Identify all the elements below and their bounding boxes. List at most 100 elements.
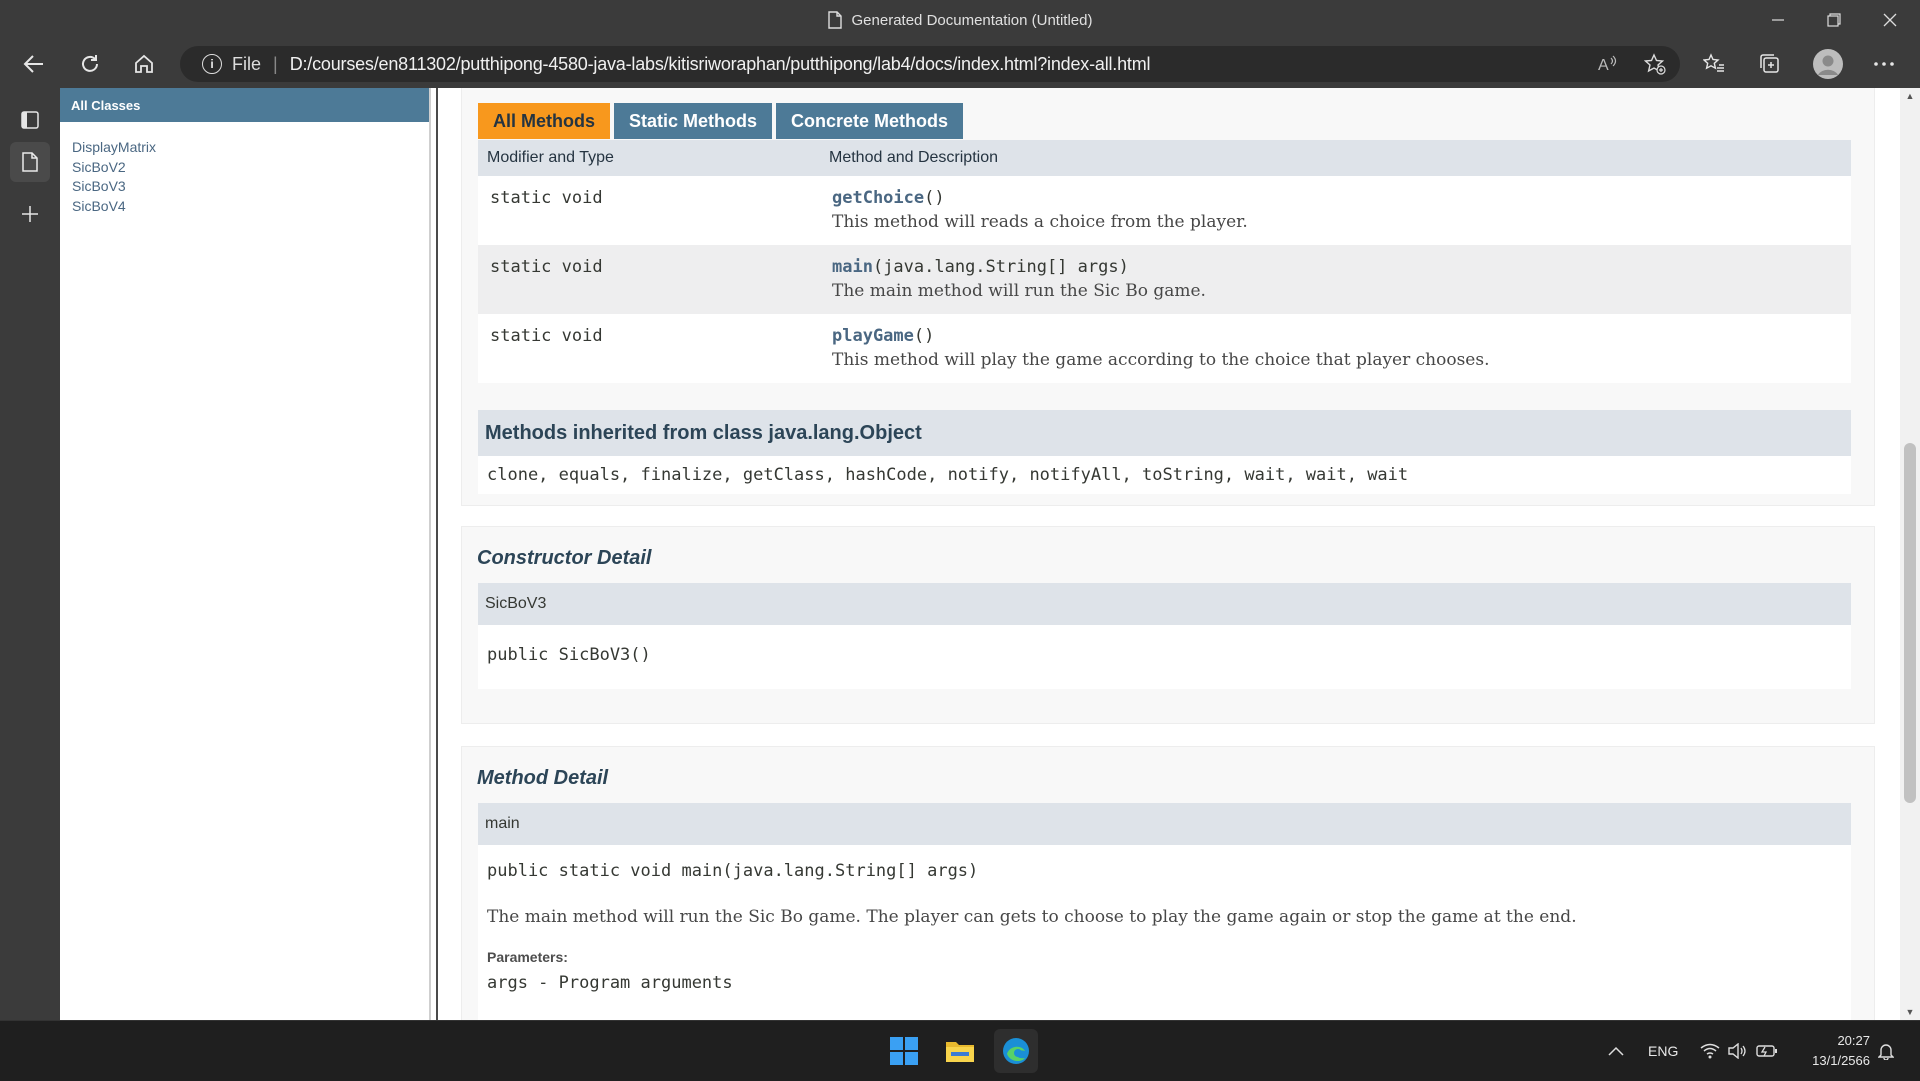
- method-link-playgame[interactable]: playGame: [832, 326, 914, 346]
- tab-static-methods[interactable]: Static Methods: [614, 103, 773, 139]
- input-language[interactable]: ENG: [1648, 1021, 1678, 1081]
- edge-icon: [1003, 1038, 1029, 1064]
- close-icon: [1883, 13, 1897, 27]
- window-title: Generated Documentation (Untitled): [0, 0, 1920, 40]
- add-favorite-icon[interactable]: [1643, 53, 1666, 80]
- method-modifier: static void: [490, 257, 603, 277]
- new-tab-button[interactable]: [10, 194, 50, 234]
- home-button[interactable]: [124, 44, 164, 84]
- minimize-icon: [1772, 19, 1784, 21]
- method-link-getchoice[interactable]: getChoice: [832, 188, 924, 208]
- start-button[interactable]: [882, 1029, 926, 1073]
- svg-text:A: A: [1598, 57, 1609, 74]
- title-bar: Generated Documentation (Untitled): [0, 0, 1920, 40]
- method-detail-block: Method Detail main public static void ma…: [461, 746, 1875, 1020]
- class-link-sicbov2[interactable]: SicBoV2: [72, 158, 429, 178]
- collections-icon: [1760, 54, 1779, 73]
- network-volume-battery[interactable]: [1700, 1021, 1778, 1081]
- refresh-button[interactable]: [70, 44, 110, 84]
- folder-icon: [946, 1042, 974, 1062]
- address-bar[interactable]: i File | D:/courses/en811302/putthipong-…: [180, 46, 1680, 82]
- method-modifier: static void: [490, 326, 603, 346]
- taskbar: ENG 20:27 13/1/2566: [0, 1020, 1920, 1080]
- notifications-button[interactable]: [1878, 1021, 1894, 1081]
- table-row: static void main(java.lang.String[] args…: [478, 245, 1851, 314]
- constructor-detail-block: Constructor Detail SicBoV3 public SicBoV…: [461, 526, 1875, 724]
- class-link-sicbov3[interactable]: SicBoV3: [72, 177, 429, 197]
- table-header-row: Modifier and Type Method and Description: [478, 140, 1851, 176]
- table-row: static void getChoice() This method will…: [478, 176, 1851, 245]
- tab-actions-icon: [21, 111, 39, 129]
- method-tabs: All Methods Static Methods Concrete Meth…: [478, 103, 967, 139]
- column-header-modifier: Modifier and Type: [478, 140, 820, 176]
- tab-all-methods[interactable]: All Methods: [478, 103, 610, 139]
- method-detail-name: main: [478, 803, 1851, 845]
- document-icon: [22, 152, 38, 172]
- edge-browser-button[interactable]: [994, 1029, 1038, 1073]
- show-hidden-icons[interactable]: [1608, 1021, 1624, 1081]
- class-detail-frame: All Methods Static Methods Concrete Meth…: [440, 88, 1900, 1020]
- parameter-args: args - Program arguments: [487, 973, 733, 993]
- tab-actions-button[interactable]: [10, 100, 50, 140]
- scroll-down-arrow-icon[interactable]: ▼: [1900, 1004, 1920, 1020]
- restore-icon: [1827, 13, 1841, 27]
- chevron-up-icon: [1608, 1046, 1624, 1056]
- file-explorer-button[interactable]: [938, 1029, 982, 1073]
- method-description: This method will reads a choice from the…: [832, 212, 1248, 232]
- close-button[interactable]: [1862, 0, 1918, 40]
- all-classes-frame: All Classes DisplayMatrix SicBoV2 SicBoV…: [60, 88, 430, 1020]
- page-viewport: All Classes DisplayMatrix SicBoV2 SicBoV…: [60, 88, 1920, 1020]
- volume-icon: [1728, 1043, 1746, 1059]
- url-text[interactable]: D:/courses/en811302/putthipong-4580-java…: [290, 54, 1151, 75]
- refresh-icon: [82, 55, 98, 72]
- address-separator: |: [273, 53, 278, 74]
- clock-date: 13/1/2566: [1812, 1053, 1870, 1068]
- method-summary-block: All Methods Static Methods Concrete Meth…: [461, 88, 1875, 506]
- notification-bell-icon: [1878, 1044, 1894, 1060]
- method-modifier: static void: [490, 188, 603, 208]
- file-label: File: [232, 53, 262, 74]
- back-arrow-icon: [23, 55, 43, 73]
- class-link-sicbov4[interactable]: SicBoV4: [72, 197, 429, 217]
- more-button[interactable]: [1864, 44, 1904, 84]
- method-summary-table: Modifier and Type Method and Description…: [478, 140, 1851, 383]
- class-list: DisplayMatrix SicBoV2 SicBoV3 SicBoV4: [60, 122, 429, 216]
- method-params: (): [924, 188, 945, 208]
- constructor-detail-title: Constructor Detail: [477, 547, 652, 569]
- method-signature: public static void main(java.lang.String…: [487, 861, 979, 881]
- tab-generated-documentation[interactable]: [10, 142, 50, 182]
- inherited-methods-text[interactable]: clone, equals, finalize, getClass, hashC…: [487, 465, 1408, 485]
- minimize-button[interactable]: [1750, 0, 1806, 40]
- frame-divider[interactable]: [430, 88, 438, 1020]
- restore-button[interactable]: [1806, 0, 1862, 40]
- favorites-button[interactable]: [1694, 44, 1734, 84]
- battery-icon: [1756, 1045, 1777, 1057]
- scrollbar-thumb[interactable]: [1904, 443, 1916, 803]
- column-header-method: Method and Description: [820, 140, 1851, 176]
- parameters-label: Parameters:: [487, 949, 568, 965]
- table-row: static void playGame() This method will …: [478, 314, 1851, 383]
- site-info-icon[interactable]: i: [202, 54, 222, 74]
- profile-button[interactable]: [1808, 44, 1848, 84]
- document-icon: [827, 11, 842, 29]
- clock[interactable]: 20:27 13/1/2566: [1796, 1021, 1870, 1081]
- read-aloud-icon[interactable]: A: [1598, 54, 1618, 79]
- avatar-icon: [1813, 49, 1843, 79]
- class-link-displaymatrix[interactable]: DisplayMatrix: [72, 138, 429, 158]
- tab-concrete-methods[interactable]: Concrete Methods: [776, 103, 964, 139]
- collections-button[interactable]: [1750, 44, 1790, 84]
- method-link-main[interactable]: main: [832, 257, 873, 277]
- method-detail-body: public static void main(java.lang.String…: [478, 845, 1851, 1020]
- back-button[interactable]: [14, 44, 54, 84]
- wifi-icon: [1700, 1043, 1720, 1059]
- method-description: This method will play the game according…: [832, 350, 1490, 370]
- scroll-up-arrow-icon[interactable]: ▲: [1900, 88, 1920, 104]
- more-icon: [1874, 62, 1894, 66]
- home-icon: [135, 54, 153, 73]
- windows-logo-icon: [890, 1037, 918, 1065]
- clock-time: 20:27: [1837, 1033, 1870, 1048]
- method-detail-title: Method Detail: [477, 767, 609, 789]
- constructor-signature: public SicBoV3(): [487, 645, 651, 665]
- page-scrollbar[interactable]: ▲ ▼: [1900, 88, 1920, 1020]
- method-description: The main method will run the Sic Bo game…: [832, 281, 1206, 301]
